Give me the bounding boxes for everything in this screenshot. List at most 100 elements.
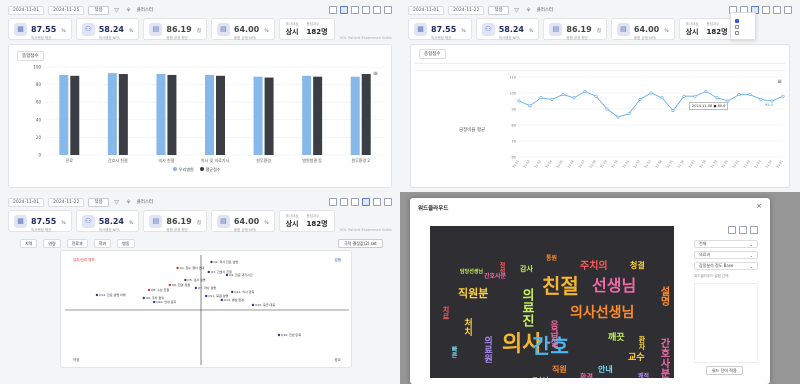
- cluster-icon[interactable]: ⚘: [125, 6, 133, 14]
- line-point[interactable]: [660, 96, 664, 100]
- cloud-word[interactable]: 통원: [546, 256, 557, 262]
- line-point[interactable]: [594, 94, 598, 98]
- cloud-word[interactable]: 쾌적: [638, 374, 649, 379]
- cloud-word-vertical[interactable]: 빠른: [450, 346, 457, 358]
- cloud-word-vertical[interactable]: 응급실: [548, 320, 558, 347]
- filter-1[interactable]: 연령: [43, 239, 61, 248]
- cluster-dropdown[interactable]: 클러스터: [137, 7, 154, 13]
- line-point[interactable]: [759, 97, 763, 101]
- cloud-word[interactable]: 주치의: [580, 262, 608, 272]
- cloud-word-vertical[interactable]: 치료: [442, 306, 450, 320]
- cluster-icon[interactable]: ⚘: [125, 198, 133, 206]
- line-point[interactable]: [572, 96, 576, 100]
- apply-button[interactable]: 적용: [88, 197, 109, 207]
- filter-icon[interactable]: ▽: [113, 6, 121, 14]
- line-point[interactable]: [682, 94, 686, 98]
- bar-avg[interactable]: [167, 74, 177, 155]
- select-department[interactable]: 의료과 ⌄: [694, 251, 758, 259]
- bar-avg[interactable]: [70, 75, 80, 155]
- close-icon[interactable]: ×: [756, 202, 762, 210]
- display-menu-item-monthly[interactable]: [735, 25, 751, 29]
- cloud-word[interactable]: 담당선생님: [460, 270, 483, 275]
- cloud-word[interactable]: 선생님: [592, 278, 636, 294]
- cloud-word[interactable]: 교수: [628, 354, 645, 363]
- cloud-word-vertical[interactable]: 설명: [658, 286, 669, 306]
- line-point[interactable]: [616, 115, 620, 119]
- bar-ours[interactable]: [59, 74, 69, 155]
- settings-icon[interactable]: [750, 226, 758, 234]
- quadrant-point[interactable]: [95, 293, 99, 297]
- bar-ours[interactable]: [253, 76, 263, 155]
- filter-2[interactable]: 진료과: [66, 239, 88, 248]
- menu-icon[interactable]: ≡: [373, 70, 378, 77]
- quadrant-icon[interactable]: [362, 6, 370, 14]
- line-point[interactable]: [605, 107, 609, 111]
- filter-icon[interactable]: ▽: [113, 198, 121, 206]
- cloud-word-vertical[interactable]: 의료진: [519, 288, 534, 327]
- date-from-input[interactable]: 2024-11-01: [8, 5, 45, 15]
- cloud-word[interactable]: 직원: [552, 366, 567, 374]
- menu-icon[interactable]: ≡: [777, 78, 782, 85]
- download-icon[interactable]: [728, 226, 736, 234]
- select-sentiment[interactable]: 감정분석 정도 Base ⌄: [694, 262, 758, 270]
- document-icon[interactable]: [373, 198, 381, 206]
- quadrant-point[interactable]: [251, 303, 255, 307]
- line-point[interactable]: [638, 97, 642, 101]
- cloud-word-vertical[interactable]: 환자: [638, 336, 646, 350]
- filter-4[interactable]: 병동: [117, 239, 135, 248]
- quadrant-point[interactable]: [153, 300, 156, 304]
- bar-chart-icon[interactable]: [340, 6, 348, 14]
- display-menu-item-all[interactable]: [735, 19, 751, 23]
- bar-ours[interactable]: [350, 76, 360, 155]
- cloud-word[interactable]: 의사선생님: [570, 306, 634, 320]
- line-point[interactable]: [550, 97, 554, 101]
- bar-ours[interactable]: [156, 74, 166, 155]
- cluster-dropdown[interactable]: 클러스터: [137, 199, 154, 205]
- line-point[interactable]: [649, 91, 653, 95]
- bar-avg[interactable]: [264, 77, 274, 155]
- quadrant-point[interactable]: [205, 294, 208, 298]
- quadrant-point[interactable]: [277, 333, 281, 337]
- line-point[interactable]: [781, 94, 785, 98]
- cluster-dropdown[interactable]: 클러스터: [537, 7, 554, 13]
- quadrant-point[interactable]: [207, 270, 210, 274]
- line-point[interactable]: [583, 89, 587, 93]
- line-point[interactable]: [671, 109, 675, 113]
- apply-button[interactable]: 적용: [88, 5, 109, 15]
- cloud-icon[interactable]: [384, 198, 392, 206]
- line-point[interactable]: [704, 89, 708, 93]
- set-button[interactable]: 극적 결정값(2) set: [338, 239, 383, 248]
- bar-avg[interactable]: [216, 75, 225, 155]
- grid-view-icon[interactable]: [329, 198, 337, 206]
- filter-0[interactable]: 지역: [20, 239, 38, 248]
- document-icon[interactable]: [739, 226, 747, 234]
- filter-3[interactable]: 학과: [93, 239, 112, 248]
- cloud-icon[interactable]: [784, 6, 792, 14]
- line-point[interactable]: [561, 93, 565, 97]
- grid-view-icon[interactable]: [329, 6, 337, 14]
- date-from-input[interactable]: 2024-11-01: [8, 197, 45, 207]
- line-chart-icon[interactable]: [351, 6, 359, 14]
- cloud-word[interactable]: 친절: [542, 276, 579, 296]
- line-point[interactable]: [517, 99, 521, 103]
- cloud-word[interactable]: 깨끗: [608, 334, 625, 343]
- quadrant-point[interactable]: [142, 296, 145, 300]
- cloud-word[interactable]: 환경: [580, 374, 593, 379]
- cloud-word[interactable]: 청결: [630, 262, 645, 270]
- cloud-word[interactable]: 직원분: [458, 288, 488, 299]
- bar-ours[interactable]: [107, 73, 117, 155]
- line-chart-icon[interactable]: [351, 198, 359, 206]
- quadrant-point[interactable]: [231, 290, 234, 294]
- cloud-word[interactable]: 안내: [598, 366, 613, 374]
- cloud-word-vertical[interactable]: 정성: [498, 262, 505, 274]
- quadrant-point[interactable]: [176, 266, 179, 270]
- line-point[interactable]: [539, 96, 543, 100]
- cloud-word-vertical[interactable]: 처치: [462, 318, 472, 336]
- document-icon[interactable]: [373, 6, 381, 14]
- date-to-input[interactable]: 2024-11-22: [448, 5, 485, 15]
- quadrant-point[interactable]: [168, 283, 171, 287]
- date-to-input[interactable]: 2024-11-22: [48, 197, 85, 207]
- cloud-word[interactable]: 감사: [520, 266, 533, 273]
- quadrant-point[interactable]: [225, 273, 229, 277]
- bar-avg[interactable]: [118, 74, 128, 155]
